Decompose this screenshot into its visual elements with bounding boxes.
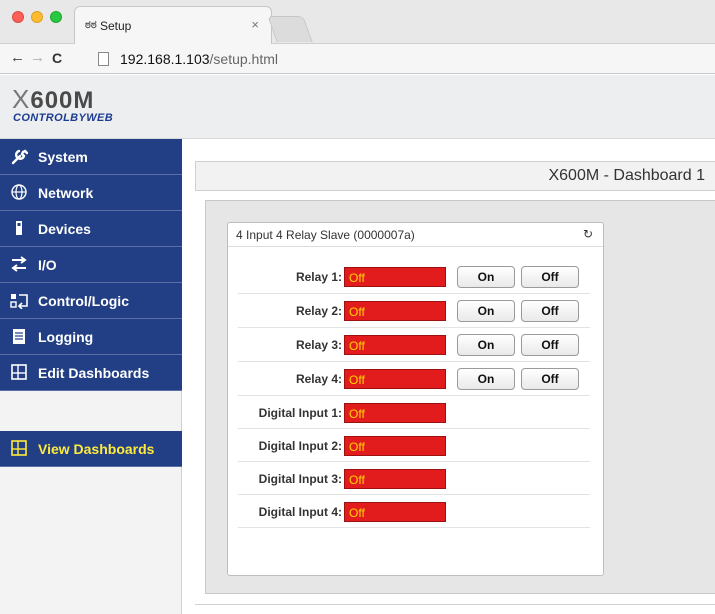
relay-off-button[interactable]: Off bbox=[521, 266, 579, 288]
digital-input-row: Digital Input 1: Off bbox=[238, 396, 590, 429]
globe-icon bbox=[10, 183, 28, 201]
sidebar-item-edit-dashboards[interactable]: Edit Dashboards bbox=[0, 355, 182, 391]
tab-title: Setup bbox=[100, 19, 132, 33]
relay-row: Relay 3: Off On Off bbox=[238, 328, 590, 362]
sidebar-item-control-logic[interactable]: Control/Logic bbox=[0, 283, 182, 319]
logo-brand: CONTROLBYWEB bbox=[13, 112, 114, 124]
digital-input-state-indicator: Off bbox=[344, 469, 446, 489]
sidebar-item-label: Network bbox=[38, 185, 94, 201]
device-widget: 4 Input 4 Relay Slave (0000007a) ↻ Relay… bbox=[227, 222, 604, 576]
digital-input-state-indicator: Off bbox=[344, 403, 446, 423]
zoom-window-button[interactable] bbox=[50, 11, 62, 23]
sidebar-item-io[interactable]: I/O bbox=[0, 247, 182, 283]
device-icon bbox=[10, 219, 28, 237]
address-bar[interactable]: 192.168.1.103/setup.html bbox=[96, 50, 701, 69]
digital-input-row: Digital Input 4: Off bbox=[238, 495, 590, 528]
url-text: 192.168.1.103/setup.html bbox=[120, 51, 279, 67]
sidebar-item-label: View Dashboards bbox=[38, 441, 155, 457]
widget-header: 4 Input 4 Relay Slave (0000007a) ↻ bbox=[228, 223, 603, 247]
browser-tab-setup[interactable]: ಠಠ Setup × bbox=[74, 6, 272, 44]
refresh-icon[interactable]: ↻ bbox=[583, 227, 593, 241]
sidebar-item-view-dashboards[interactable]: View Dashboards bbox=[0, 431, 182, 467]
sidebar-item-devices[interactable]: Devices bbox=[0, 211, 182, 247]
relay-on-button[interactable]: On bbox=[457, 266, 515, 288]
browser-tab-bar: ಠಠ Setup × bbox=[0, 0, 715, 44]
favicon-icon: ಠಠ bbox=[85, 19, 97, 31]
sidebar-item-label: Logging bbox=[38, 329, 94, 345]
digital-input-row: Digital Input 3: Off bbox=[238, 462, 590, 495]
tab-close-icon[interactable]: × bbox=[251, 17, 259, 32]
sidebar-item-network[interactable]: Network bbox=[0, 175, 182, 211]
relay-row: Relay 2: Off On Off bbox=[238, 294, 590, 328]
relay-row: Relay 4: Off On Off bbox=[238, 362, 590, 396]
page-header bbox=[0, 75, 715, 139]
new-tab-button[interactable] bbox=[267, 16, 313, 42]
page-icon bbox=[98, 52, 109, 66]
widget-title: 4 Input 4 Relay Slave (0000007a) bbox=[236, 228, 415, 242]
page-title: X600M - Dashboard 1 bbox=[548, 167, 705, 184]
arrows-icon bbox=[10, 255, 28, 273]
sidebar-item-label: I/O bbox=[38, 257, 57, 273]
digital-input-label: Digital Input 3: bbox=[258, 472, 342, 486]
relay-off-button[interactable]: Off bbox=[521, 334, 579, 356]
dashboard-icon bbox=[10, 439, 28, 457]
dashboard-bottom-edge bbox=[195, 604, 715, 614]
relay-label: Relay 1: bbox=[295, 270, 342, 284]
close-window-button[interactable] bbox=[12, 11, 24, 23]
reload-icon[interactable]: C bbox=[52, 49, 62, 67]
relay-on-button[interactable]: On bbox=[457, 300, 515, 322]
digital-input-label: Digital Input 2: bbox=[258, 439, 342, 453]
relay-state-indicator: Off bbox=[344, 301, 446, 321]
digital-input-label: Digital Input 4: bbox=[258, 505, 342, 519]
relay-label: Relay 2: bbox=[295, 304, 342, 318]
relay-state-indicator: Off bbox=[344, 369, 446, 389]
relay-state-indicator: Off bbox=[344, 335, 446, 355]
relay-on-button[interactable]: On bbox=[457, 334, 515, 356]
sidebar-item-label: System bbox=[38, 149, 88, 165]
forward-icon[interactable]: → bbox=[30, 49, 45, 67]
sidebar: System Network Devices I/O Control/Logic… bbox=[0, 139, 182, 614]
relay-on-button[interactable]: On bbox=[457, 368, 515, 390]
minimize-window-button[interactable] bbox=[31, 11, 43, 23]
digital-input-row: Digital Input 2: Off bbox=[238, 429, 590, 462]
digital-input-state-indicator: Off bbox=[344, 502, 446, 522]
wrench-icon bbox=[10, 147, 29, 165]
relay-off-button[interactable]: Off bbox=[521, 368, 579, 390]
sidebar-item-label: Devices bbox=[38, 221, 91, 237]
log-icon bbox=[10, 327, 28, 345]
control-logic-icon bbox=[10, 291, 28, 310]
sidebar-item-logging[interactable]: Logging bbox=[0, 319, 182, 355]
digital-input-label: Digital Input 1: bbox=[258, 406, 342, 420]
dashboard-title-bar: X600M - Dashboard 1 bbox=[195, 161, 715, 191]
dashboard-icon bbox=[10, 363, 28, 381]
sidebar-item-label: Control/Logic bbox=[38, 293, 129, 309]
relay-off-button[interactable]: Off bbox=[521, 300, 579, 322]
relay-label: Relay 3: bbox=[295, 338, 342, 352]
relay-row: Relay 1: Off On Off bbox=[238, 260, 590, 294]
logo-model: X600M bbox=[12, 84, 95, 114]
back-icon[interactable]: ← bbox=[10, 49, 25, 67]
relay-label: Relay 4: bbox=[295, 372, 342, 386]
relay-state-indicator: Off bbox=[344, 267, 446, 287]
browser-toolbar: ← → C 192.168.1.103/setup.html bbox=[0, 44, 715, 74]
sidebar-item-system[interactable]: System bbox=[0, 139, 182, 175]
digital-input-state-indicator: Off bbox=[344, 436, 446, 456]
sidebar-item-label: Edit Dashboards bbox=[38, 365, 150, 381]
